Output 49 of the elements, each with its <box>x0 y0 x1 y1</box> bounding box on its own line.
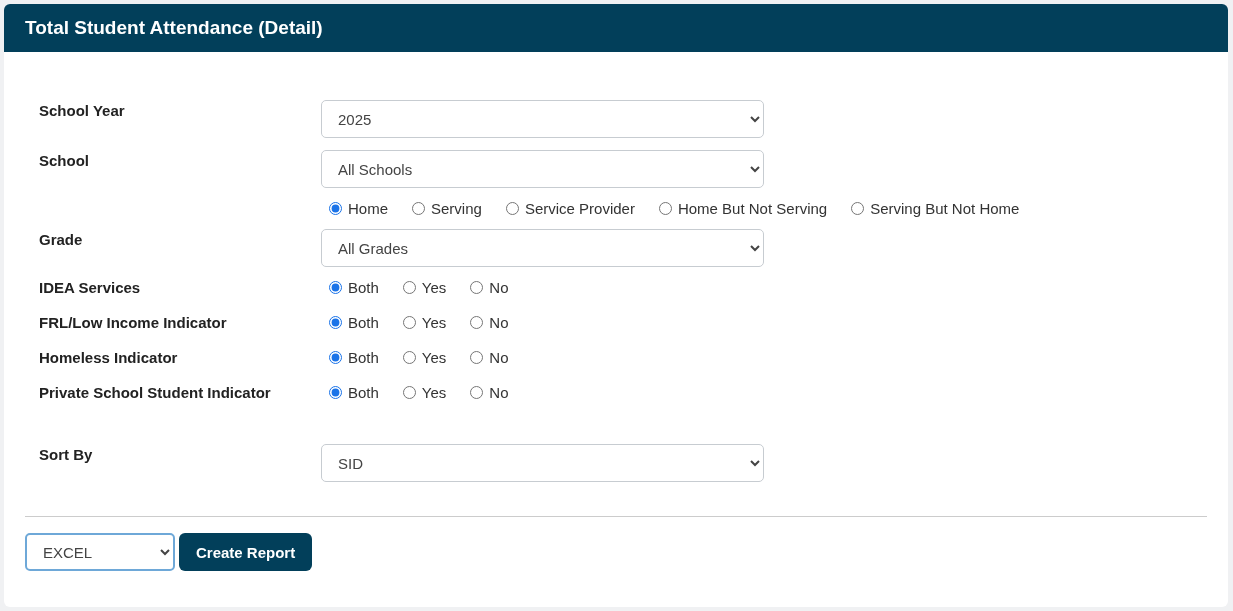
create-report-button[interactable]: Create Report <box>179 533 313 571</box>
radio-button[interactable] <box>412 202 425 215</box>
dropdown-field[interactable]: All Schools <box>321 150 764 188</box>
field-label: School Year <box>39 101 126 119</box>
field-label: Private School Student Indicator <box>39 384 272 401</box>
radio-label: Both <box>348 349 379 366</box>
dropdown-field[interactable]: All Grades <box>321 229 764 267</box>
radio-button[interactable] <box>851 202 865 215</box>
radio-button[interactable] <box>470 351 484 364</box>
radio-button[interactable] <box>329 316 342 329</box>
radio-label: No <box>489 314 509 331</box>
radio-label: No <box>489 349 509 366</box>
field-label: IDEA Services <box>39 279 142 296</box>
radio-label: Both <box>348 384 379 401</box>
radio-button[interactable] <box>402 281 416 294</box>
radio-button[interactable] <box>470 386 484 399</box>
radio-button[interactable] <box>505 202 519 215</box>
radio-button[interactable] <box>402 386 416 399</box>
radio-label: Service Provider <box>524 200 635 217</box>
radio-button[interactable] <box>402 316 416 329</box>
radio-label: Yes <box>421 349 447 366</box>
radio-button[interactable] <box>658 202 672 215</box>
page-title: Total Student Attendance (Detail) <box>25 17 323 39</box>
dropdown-field[interactable]: 2025 <box>321 100 764 138</box>
radio-label: Serving <box>431 200 482 217</box>
field-label: Homeless Indicator <box>39 349 179 366</box>
radio-label: No <box>489 384 509 401</box>
radio-label: Home But Not Serving <box>677 200 828 217</box>
radio-label: Both <box>348 314 379 331</box>
radio-button[interactable] <box>329 351 342 364</box>
field-label: Grade <box>39 230 84 248</box>
field-label: School <box>39 151 90 169</box>
radio-label: Yes <box>421 384 447 401</box>
field-label: FRL/Low Income Indicator <box>39 314 228 331</box>
radio-button[interactable] <box>470 316 484 329</box>
radio-label: Home <box>348 200 388 217</box>
format-dropdown[interactable]: EXCEL <box>25 533 175 571</box>
radio-button[interactable] <box>329 202 342 215</box>
radio-button[interactable] <box>329 281 342 294</box>
radio-button[interactable] <box>470 281 484 294</box>
radio-label: No <box>489 279 509 296</box>
radio-label: Both <box>348 279 379 296</box>
radio-label: Yes <box>421 314 447 331</box>
radio-button[interactable] <box>329 386 342 399</box>
radio-label: Serving But Not Home <box>870 200 1020 217</box>
dropdown-field[interactable]: SID <box>321 444 764 482</box>
radio-label: Yes <box>421 279 447 296</box>
field-label: Sort By <box>39 445 94 463</box>
radio-button[interactable] <box>402 351 416 364</box>
